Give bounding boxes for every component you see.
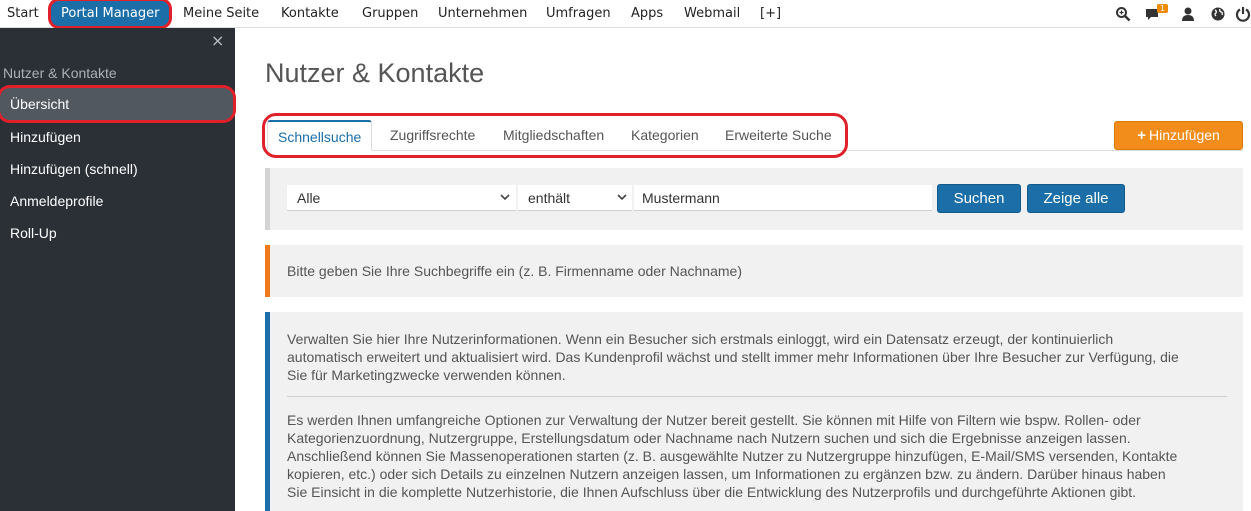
power-icon[interactable] <box>1235 6 1251 22</box>
nav-gruppen[interactable]: Gruppen <box>362 0 418 28</box>
info-line: Sie Einsicht in die komplette Nutzerhist… <box>287 484 1137 500</box>
user-icon[interactable] <box>1180 6 1196 22</box>
add-button-label: Hinzufügen <box>1148 127 1220 143</box>
top-navigation: Start Portal Manager Meine Seite Kontakt… <box>0 0 1251 28</box>
tabs-highlight-outline <box>262 113 848 158</box>
nav-start[interactable]: Start <box>7 0 39 28</box>
sidebar-item-hinzufuegen-schnell[interactable]: Hinzufügen (schnell) <box>0 153 235 185</box>
notification-badge: 1 <box>1157 4 1169 13</box>
sidebar-item-uebersicht[interactable]: Übersicht <box>0 88 233 120</box>
sidebar-item-anmeldeprofile[interactable]: Anmeldeprofile <box>0 185 235 217</box>
info-line: Es werden Ihnen umfangreiche Optionen zu… <box>287 412 1141 428</box>
hint-text: Bitte geben Sie Ihre Suchbegriffe ein (z… <box>287 263 742 279</box>
search-button[interactable]: Suchen <box>937 184 1021 213</box>
info-line: automatisch erweitert und aktualisiert w… <box>287 349 1179 365</box>
chevron-down-icon <box>500 194 510 201</box>
sidebar-item-roll-up[interactable]: Roll-Up <box>0 217 235 249</box>
add-user-button[interactable]: + Hinzufügen <box>1114 121 1243 150</box>
nav-unternehmen[interactable]: Unternehmen <box>438 0 527 28</box>
info-line: kopieren, etc.) oder sich Details zu ein… <box>287 466 1166 482</box>
nav-meine-seite[interactable]: Meine Seite <box>183 0 259 28</box>
info-line: Verwalten Sie hier Ihre Nutzerinformatio… <box>287 331 1114 347</box>
info-line: Sie für Marketingzwecke verwenden können… <box>287 367 566 383</box>
nav-portal-manager[interactable]: Portal Manager <box>51 1 170 26</box>
info-divider <box>287 396 1227 397</box>
sidebar-item-hinzufuegen[interactable]: Hinzufügen <box>0 121 235 153</box>
field-select[interactable]: Alle <box>287 185 516 211</box>
search-icon[interactable] <box>1115 6 1131 22</box>
nav-apps[interactable]: Apps <box>631 0 663 28</box>
info-line: Anschließend können Sie Massenoperatione… <box>287 448 1178 464</box>
sidebar-close-icon[interactable]: × <box>211 31 224 50</box>
sidebar-title: Nutzer & Kontakte <box>3 65 117 81</box>
operator-select[interactable]: enthält <box>518 185 632 211</box>
plus-icon: + <box>1137 127 1146 144</box>
nav-kontakte[interactable]: Kontakte <box>281 0 339 28</box>
show-all-button[interactable]: Zeige alle <box>1027 184 1125 213</box>
info-line: Kategorienzuordnung, Nutzergruppe, Erste… <box>287 430 1131 446</box>
info-paragraph-2: Es werden Ihnen umfangreiche Optionen zu… <box>287 411 1227 501</box>
search-input[interactable]: Mustermann <box>634 185 932 211</box>
chevron-down-icon <box>617 194 627 201</box>
page-title: Nutzer & Kontakte <box>265 58 485 88</box>
sidebar: × Nutzer & Kontakte Übersicht Hinzufügen… <box>0 28 235 511</box>
info-paragraph-1: Verwalten Sie hier Ihre Nutzerinformatio… <box>287 330 1227 384</box>
language-icon[interactable] <box>1210 6 1226 22</box>
nav-add-more[interactable]: [+] <box>760 0 781 28</box>
nav-umfragen[interactable]: Umfragen <box>546 0 611 28</box>
nav-webmail[interactable]: Webmail <box>684 0 740 28</box>
